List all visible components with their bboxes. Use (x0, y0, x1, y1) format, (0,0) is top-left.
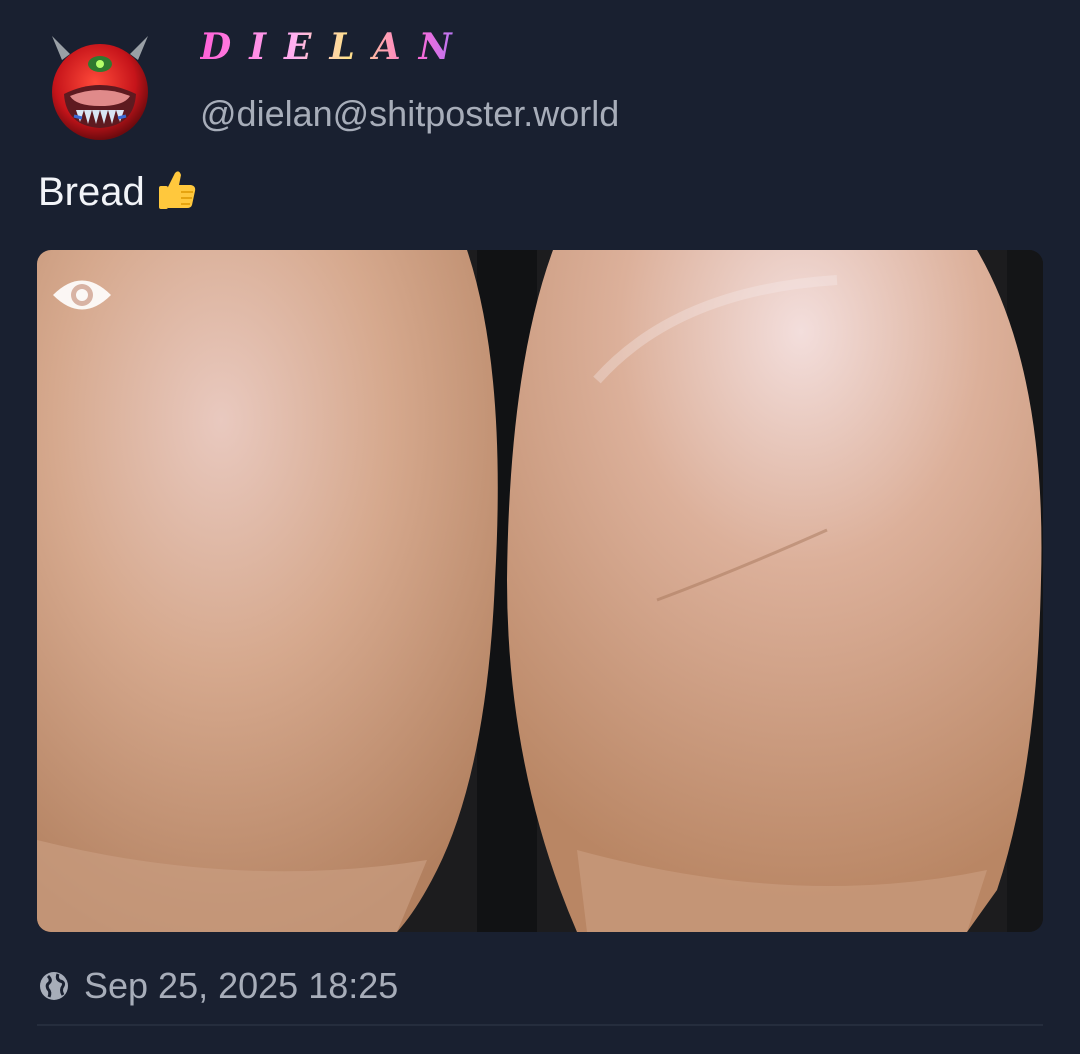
status-post: DIELAN @dielan@shitposter.world Bread Se… (0, 0, 1080, 1054)
thumbs-up-icon (158, 171, 195, 209)
eye-icon[interactable] (51, 270, 113, 320)
post-content: Bread (38, 167, 199, 215)
globe-icon (40, 972, 68, 1000)
display-name[interactable]: DIELAN (200, 26, 470, 68)
account-handle[interactable]: @dielan@shitposter.world (200, 93, 619, 135)
media-attachment[interactable] (37, 250, 1043, 932)
avatar[interactable] (44, 30, 156, 142)
post-text: Bread (38, 170, 145, 214)
divider (37, 1024, 1043, 1026)
bread-photo (37, 250, 1043, 932)
post-footer: Sep 25, 2025 18:25 (38, 962, 398, 1010)
post-timestamp[interactable]: Sep 25, 2025 18:25 (84, 965, 398, 1007)
